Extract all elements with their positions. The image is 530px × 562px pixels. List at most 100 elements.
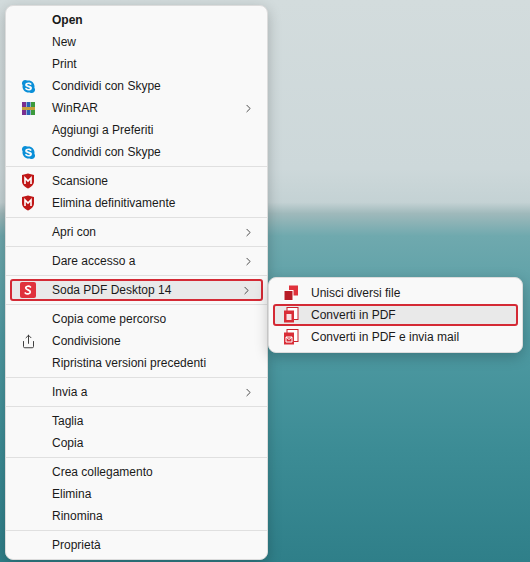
submenu-arrow xyxy=(242,226,255,239)
menu-separator xyxy=(6,166,267,167)
menu-separator xyxy=(6,377,267,378)
menu-item-icon-slot xyxy=(20,34,36,50)
menu-item[interactable]: Proprietà xyxy=(10,534,263,556)
menu-item-icon-slot xyxy=(20,224,36,240)
menu-item[interactable]: Elimina definitivamente xyxy=(10,192,263,214)
menu-item[interactable]: Rinomina xyxy=(10,505,263,527)
menu-item[interactable]: Condivisione xyxy=(10,330,263,352)
menu-item-label: Aggiungi a Preferiti xyxy=(52,122,255,138)
menu-separator xyxy=(6,304,267,305)
menu-item[interactable]: Scansione xyxy=(10,170,263,192)
submenu-arrow xyxy=(242,255,255,268)
menu-item-icon-slot xyxy=(20,435,36,451)
chevron-right-icon xyxy=(242,255,255,268)
menu-item-label: Elimina xyxy=(52,486,255,502)
menu-item[interactable]: New xyxy=(10,31,263,53)
submenu-item-label: Converti in PDF xyxy=(311,307,508,323)
menu-item-icon-slot xyxy=(20,78,36,94)
menu-item-label: Elimina definitivamente xyxy=(52,195,255,211)
menu-item-label: WinRAR xyxy=(52,100,242,116)
menu-item[interactable]: WinRAR xyxy=(10,97,263,119)
menu-item-icon-slot xyxy=(20,355,36,371)
menu-item[interactable]: Taglia xyxy=(10,410,263,432)
submenu-item-icon-slot xyxy=(283,307,299,323)
menu-item[interactable]: Ripristina versioni precedenti xyxy=(10,352,263,374)
soda-pdf-submenu: Unisci diversi file Converti in PDF Conver… xyxy=(268,277,523,353)
chevron-right-icon xyxy=(242,102,255,115)
menu-item-icon-slot xyxy=(20,333,36,349)
menu-item[interactable]: Apri con xyxy=(10,221,263,243)
mcafee-shield-icon xyxy=(21,195,35,211)
menu-item-icon-slot xyxy=(20,253,36,269)
menu-separator xyxy=(6,217,267,218)
menu-item-icon-slot xyxy=(20,12,36,28)
share-icon xyxy=(21,334,36,349)
menu-item-label: Apri con xyxy=(52,224,242,240)
chevron-right-icon xyxy=(242,386,255,399)
menu-item-label: Print xyxy=(52,56,255,72)
submenu-item-icon-slot xyxy=(283,329,299,345)
menu-item[interactable]: Open xyxy=(10,9,263,31)
menu-item[interactable]: Condividi con Skype xyxy=(10,141,263,163)
menu-item-label: Invia a xyxy=(52,384,242,400)
submenu-arrow xyxy=(242,386,255,399)
menu-item-label: Condivisione xyxy=(52,333,255,349)
menu-item-label: Copia come percorso xyxy=(52,311,255,327)
menu-item[interactable]: Condividi con Skype xyxy=(10,75,263,97)
menu-item[interactable]: Soda PDF Desktop 14 xyxy=(10,279,263,301)
desktop-background: Open New Print Condividi con Skype WinRAR Agg… xyxy=(0,0,530,562)
menu-separator xyxy=(6,530,267,531)
skype-icon xyxy=(21,145,36,160)
convert-pdf-icon xyxy=(283,307,299,323)
menu-item-icon-slot xyxy=(20,100,36,116)
submenu-item-label: Unisci diversi file xyxy=(311,285,510,301)
menu-item-label: Copia xyxy=(52,435,255,451)
menu-item-label: Condividi con Skype xyxy=(52,144,255,160)
chevron-right-icon xyxy=(240,284,253,297)
menu-item-icon-slot xyxy=(20,122,36,138)
skype-icon xyxy=(21,79,36,94)
menu-item[interactable]: Copia xyxy=(10,432,263,454)
menu-item-label: Condividi con Skype xyxy=(52,78,255,94)
menu-item-icon-slot xyxy=(20,311,36,327)
menu-item-icon-slot xyxy=(20,537,36,553)
menu-item-icon-slot xyxy=(20,508,36,524)
menu-item[interactable]: Aggiungi a Preferiti xyxy=(10,119,263,141)
menu-item-icon-slot xyxy=(20,486,36,502)
menu-item-icon-slot xyxy=(20,56,36,72)
convert-pdf-mail-icon xyxy=(283,329,299,345)
menu-separator xyxy=(6,246,267,247)
menu-item-icon-slot xyxy=(20,464,36,480)
menu-item-icon-slot xyxy=(20,413,36,429)
menu-item-label: Dare accesso a xyxy=(52,253,242,269)
menu-item-icon-slot xyxy=(20,384,36,400)
menu-item-label: New xyxy=(52,34,255,50)
submenu-item[interactable]: Converti in PDF e invia mail xyxy=(273,326,518,348)
menu-item-label: Ripristina versioni precedenti xyxy=(52,355,255,371)
menu-item-label: Crea collegamento xyxy=(52,464,255,480)
menu-item[interactable]: Dare accesso a xyxy=(10,250,263,272)
submenu-arrow xyxy=(242,102,255,115)
menu-item[interactable]: Copia come percorso xyxy=(10,308,263,330)
menu-item-label: Proprietà xyxy=(52,537,255,553)
submenu-item-icon-slot xyxy=(283,285,299,301)
mcafee-shield-icon xyxy=(21,173,35,189)
menu-separator xyxy=(6,275,267,276)
winrar-icon xyxy=(21,101,36,116)
context-menu: Open New Print Condividi con Skype WinRAR Agg… xyxy=(5,5,268,560)
menu-item[interactable]: Elimina xyxy=(10,483,263,505)
submenu-item[interactable]: Converti in PDF xyxy=(273,304,518,326)
menu-item-label: Open xyxy=(52,12,255,28)
menu-item-label: Rinomina xyxy=(52,508,255,524)
menu-item-icon-slot xyxy=(20,173,36,189)
menu-item[interactable]: Print xyxy=(10,53,263,75)
menu-separator xyxy=(6,457,267,458)
submenu-item[interactable]: Unisci diversi file xyxy=(273,282,518,304)
menu-separator xyxy=(6,406,267,407)
menu-item[interactable]: Crea collegamento xyxy=(10,461,263,483)
menu-item-icon-slot xyxy=(20,195,36,211)
menu-item-label: Scansione xyxy=(52,173,255,189)
menu-item-icon-slot xyxy=(20,144,36,160)
menu-item-label: Taglia xyxy=(52,413,255,429)
menu-item[interactable]: Invia a xyxy=(10,381,263,403)
